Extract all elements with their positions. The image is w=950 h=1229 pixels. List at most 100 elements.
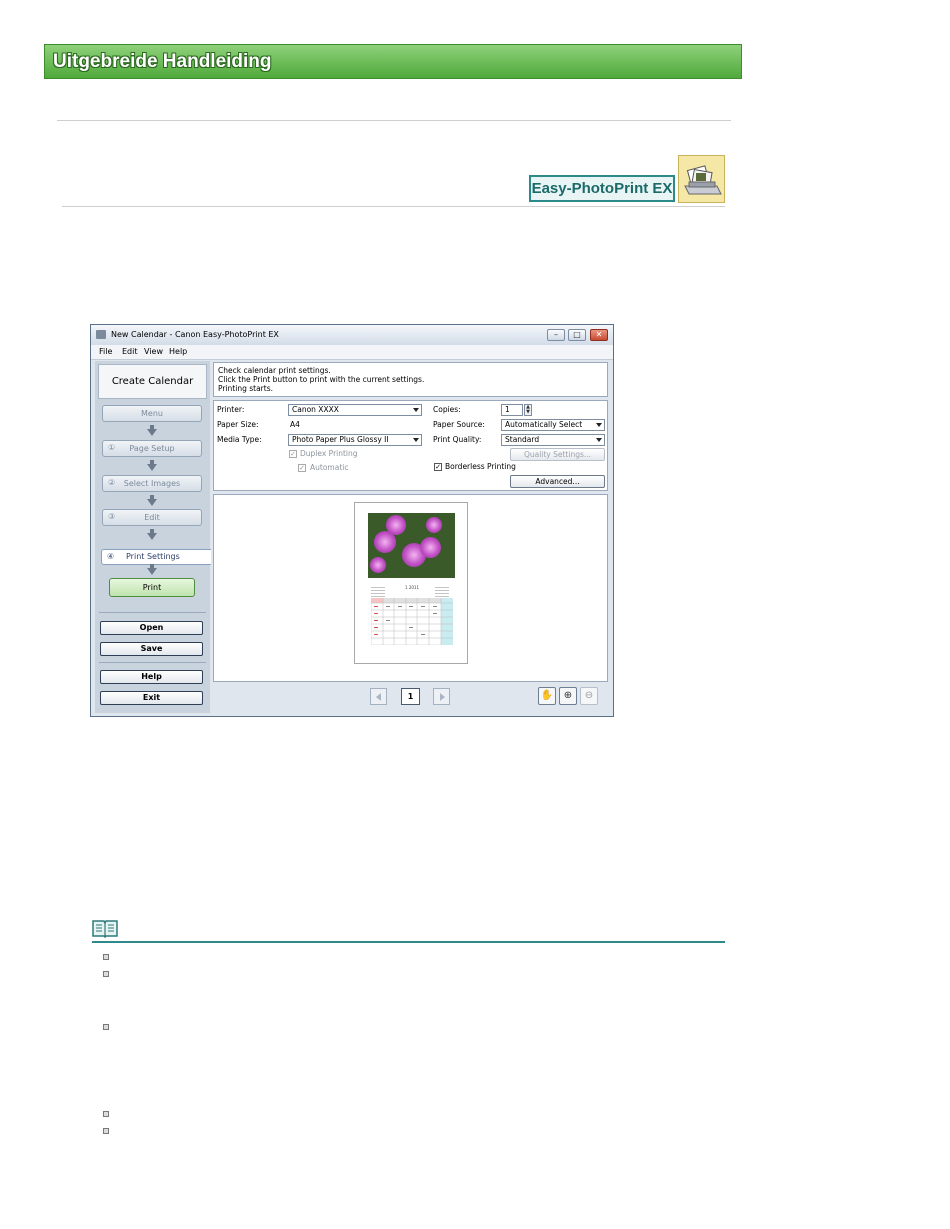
- paper-source-select[interactable]: Automatically Select: [501, 419, 605, 431]
- manual-banner: Uitgebreide Handleiding: [44, 44, 742, 79]
- paper-size-label: Paper Size:: [217, 420, 259, 429]
- copies-stepper[interactable]: ▲ ▼: [524, 404, 532, 416]
- save-button[interactable]: Save: [100, 642, 203, 656]
- flower: [420, 537, 441, 558]
- page-number: 1: [401, 688, 420, 705]
- step-label: Page Setup: [129, 444, 175, 453]
- printer-select[interactable]: Canon XXXX: [288, 404, 422, 416]
- previous-page-button[interactable]: [370, 688, 387, 705]
- automatic-checkbox[interactable]: ✓: [298, 464, 306, 472]
- quality-settings-button[interactable]: Quality Settings...: [510, 448, 605, 461]
- note-book-icon: [92, 918, 118, 939]
- brand-label: Easy-PhotoPrint EX: [529, 175, 675, 202]
- banner-title: Uitgebreide Handleiding: [53, 51, 272, 72]
- print-button[interactable]: Print: [109, 578, 195, 597]
- chevron-down-icon: [596, 438, 602, 442]
- step-select-images[interactable]: ② Select Images: [102, 475, 202, 492]
- zoom-out-icon: ⊖: [584, 690, 594, 701]
- down-arrow-icon: [147, 425, 157, 436]
- exit-button[interactable]: Exit: [100, 691, 203, 705]
- hand-tool-button[interactable]: ✋: [538, 687, 556, 705]
- chevron-down-icon: [413, 438, 419, 442]
- close-button[interactable]: ✕: [590, 329, 608, 341]
- note-divider: [92, 941, 725, 943]
- paper-source-label: Paper Source:: [433, 420, 485, 429]
- media-type-value: Photo Paper Plus Glossy II: [292, 435, 389, 444]
- menu-view[interactable]: View: [144, 347, 163, 356]
- main-area: Check calendar print settings. Click the…: [212, 361, 610, 713]
- down-arrow-icon: [147, 529, 157, 540]
- instruction-line: Printing starts.: [218, 384, 273, 393]
- divider-bottom: [62, 206, 725, 207]
- copies-label: Copies:: [433, 405, 461, 414]
- calendar-month-title: 1 2011: [405, 585, 419, 590]
- menu-help[interactable]: Help: [169, 347, 187, 356]
- zoom-in-button[interactable]: ⊕: [559, 687, 577, 705]
- app-icon: [96, 330, 106, 339]
- media-type-select[interactable]: Photo Paper Plus Glossy II: [288, 434, 422, 446]
- menu-button[interactable]: Menu: [102, 405, 202, 422]
- step-number: ④: [107, 552, 115, 561]
- maximize-button[interactable]: □: [568, 329, 586, 341]
- sidebar-divider: [99, 612, 206, 613]
- print-settings-panel: Printer: Canon XXXX Paper Size: A4 Media…: [213, 400, 608, 491]
- automatic-label: Automatic: [310, 463, 349, 472]
- window-title: New Calendar - Canon Easy-PhotoPrint EX: [111, 330, 279, 339]
- step-label: Print Settings: [126, 552, 180, 561]
- open-button[interactable]: Open: [100, 621, 203, 635]
- print-quality-label: Print Quality:: [433, 435, 482, 444]
- print-quality-value: Standard: [505, 435, 540, 444]
- media-type-label: Media Type:: [217, 435, 262, 444]
- bullet-icon: [103, 971, 109, 977]
- down-arrow-icon: [147, 564, 157, 575]
- calendar-preview-page: 1 2011: [354, 502, 468, 664]
- printer-photos-icon: [678, 155, 725, 203]
- flower: [386, 515, 406, 535]
- chevron-down-icon: [413, 408, 419, 412]
- next-page-button[interactable]: [433, 688, 450, 705]
- sidebar-title: Create Calendar: [98, 364, 207, 399]
- step-label: Select Images: [123, 479, 181, 488]
- calendar-photo: [368, 513, 455, 578]
- down-arrow-icon: [147, 495, 157, 506]
- copies-input[interactable]: 1: [501, 404, 523, 416]
- zoom-out-button[interactable]: ⊖: [580, 687, 598, 705]
- duplex-label: Duplex Printing: [300, 449, 358, 458]
- borderless-label: Borderless Printing: [445, 462, 516, 471]
- print-quality-select[interactable]: Standard: [501, 434, 605, 446]
- title-bar: New Calendar - Canon Easy-PhotoPrint EX …: [91, 325, 613, 345]
- hand-icon: ✋: [540, 690, 554, 701]
- step-print-settings[interactable]: ④ Print Settings: [101, 549, 211, 565]
- calendar-grid: [371, 598, 453, 645]
- bullet-icon: [103, 1024, 109, 1030]
- minimize-button[interactable]: –: [547, 329, 565, 341]
- flower: [370, 557, 386, 573]
- bullet-icon: [103, 1111, 109, 1117]
- arrow-right-icon: [440, 693, 445, 701]
- app-window: New Calendar - Canon Easy-PhotoPrint EX …: [90, 324, 614, 717]
- chevron-down-icon: [596, 423, 602, 427]
- advanced-button[interactable]: Advanced...: [510, 475, 605, 488]
- instruction-line: Check calendar print settings.: [218, 366, 331, 375]
- duplex-checkbox[interactable]: ✓: [289, 450, 297, 458]
- step-label: Edit: [144, 513, 160, 522]
- sidebar-divider: [99, 662, 206, 663]
- menu-edit[interactable]: Edit: [122, 347, 138, 356]
- printer-value: Canon XXXX: [292, 405, 339, 414]
- printer-label: Printer:: [217, 405, 245, 414]
- divider-top: [57, 120, 731, 121]
- preview-nav-bar: 1 ✋ ⊕ ⊖: [213, 683, 608, 711]
- flower: [426, 517, 442, 533]
- paper-source-value: Automatically Select: [505, 420, 583, 429]
- borderless-checkbox[interactable]: ✓: [434, 463, 442, 471]
- bullet-icon: [103, 1128, 109, 1134]
- step-edit[interactable]: ③ Edit: [102, 509, 202, 526]
- down-arrow-icon: [147, 460, 157, 471]
- help-button[interactable]: Help: [100, 670, 203, 684]
- step-page-setup[interactable]: ① Page Setup: [102, 440, 202, 457]
- instructions-panel: Check calendar print settings. Click the…: [213, 362, 608, 397]
- paper-size-value: A4: [290, 420, 300, 429]
- preview-panel: 1 2011: [213, 494, 608, 682]
- sidebar: Create Calendar Menu ① Page Setup ② Sele…: [95, 361, 211, 713]
- menu-file[interactable]: File: [99, 347, 112, 356]
